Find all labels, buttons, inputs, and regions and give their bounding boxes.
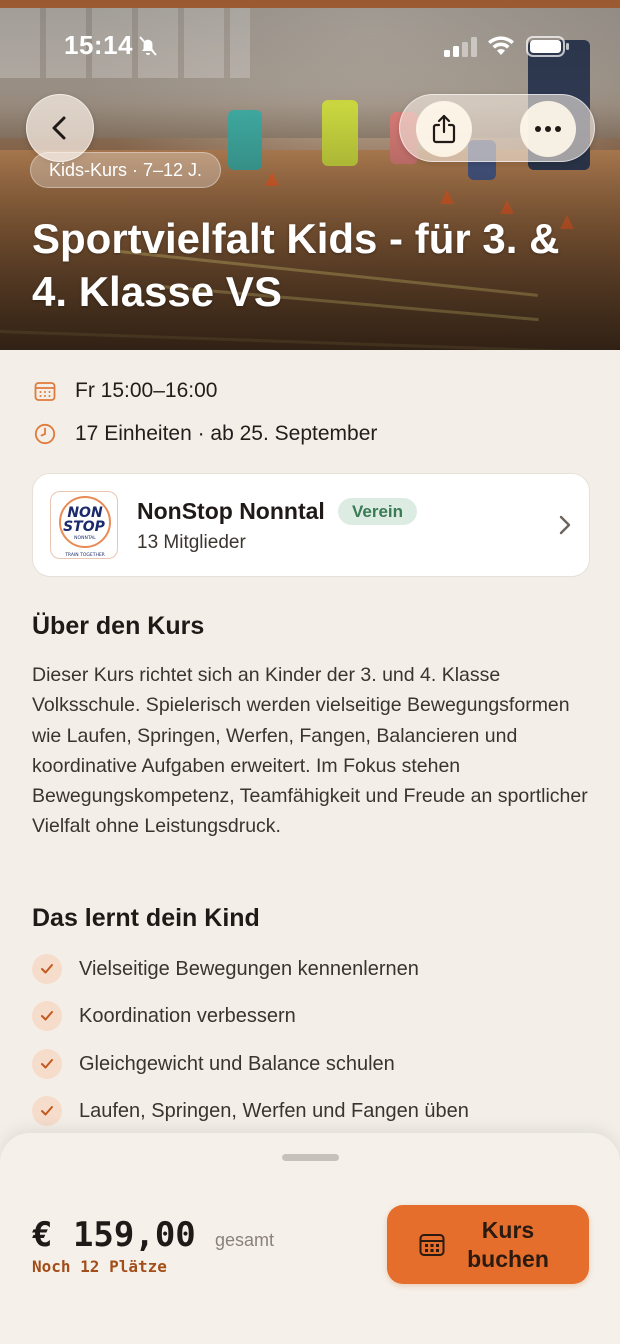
learn-item-label: Laufen, Springen, Werfen und Fangen üben [79, 1099, 469, 1122]
clock-icon [34, 423, 56, 445]
learn-title: Das lernt dein Kind [32, 904, 260, 932]
places-left: Noch 12 Plätze [32, 1257, 167, 1276]
share-button[interactable] [416, 101, 472, 157]
booking-sheet: € 159,00 gesamt Noch 12 Plätze Kurs buch… [0, 1133, 620, 1344]
about-title: Über den Kurs [32, 612, 205, 640]
more-button[interactable] [520, 101, 576, 157]
signal-icon [444, 37, 477, 57]
learn-item-label: Gleichgewicht und Balance schulen [79, 1052, 395, 1075]
check-icon [32, 1001, 62, 1031]
wifi-icon [488, 36, 514, 55]
drag-handle[interactable] [282, 1154, 339, 1161]
chevron-right-icon [559, 515, 571, 535]
learn-item: Koordination verbessern [32, 1000, 296, 1032]
learn-item-label: Koordination verbessern [79, 1004, 296, 1027]
calendar-icon [34, 382, 56, 401]
header-actions [399, 94, 595, 162]
learn-item: Laufen, Springen, Werfen und Fangen üben [32, 1095, 469, 1127]
svg-text:NONNTAL: NONNTAL [74, 535, 96, 541]
learn-item-label: Vielseitige Bewegungen kennenlernen [79, 957, 419, 980]
club-logo: NON STOP NONNTAL TRAIN TOGETHER [50, 491, 118, 559]
sessions-text: 17 Einheiten · ab 25. September [75, 422, 378, 445]
check-icon [32, 954, 62, 984]
schedule-text: Fr 15:00–16:00 [75, 379, 218, 402]
battery-icon [526, 36, 569, 57]
svg-text:STOP: STOP [63, 519, 106, 535]
club-card[interactable]: NON STOP NONNTAL TRAIN TOGETHER NonStop … [32, 473, 590, 577]
club-members: 13 Mitglieder [137, 532, 246, 553]
bell-slash-icon [139, 36, 157, 56]
check-icon [32, 1096, 62, 1126]
book-course-button[interactable]: Kurs buchen [387, 1205, 589, 1284]
status-time: 15:14 [64, 30, 133, 60]
calendar-icon [419, 1233, 445, 1256]
book-button-label: Kurs buchen [467, 1216, 549, 1272]
price-suffix: gesamt [215, 1230, 275, 1250]
back-arrow-icon [52, 116, 66, 140]
check-icon [32, 1049, 62, 1079]
about-text: Dieser Kurs richtet sich an Kinder der 3… [32, 664, 588, 838]
schedule-row: Fr 15:00–16:00 [34, 376, 217, 406]
more-icon [535, 126, 561, 132]
category-chip: Kids-Kurs · 7–12 J. [30, 152, 222, 188]
svg-text:TRAIN TOGETHER: TRAIN TOGETHER [64, 552, 105, 558]
course-title: Sportvielfalt Kids - für 3. & 4. Klasse … [32, 215, 560, 315]
price: € 159,00 [32, 1215, 196, 1255]
sessions-row: 17 Einheiten · ab 25. September [34, 419, 377, 449]
learn-item: Gleichgewicht und Balance schulen [32, 1048, 395, 1080]
share-icon [432, 114, 456, 144]
club-name: NonStop Nonntal [137, 498, 325, 524]
club-type-badge: Verein [338, 498, 418, 525]
learn-item: Vielseitige Bewegungen kennenlernen [32, 953, 419, 985]
